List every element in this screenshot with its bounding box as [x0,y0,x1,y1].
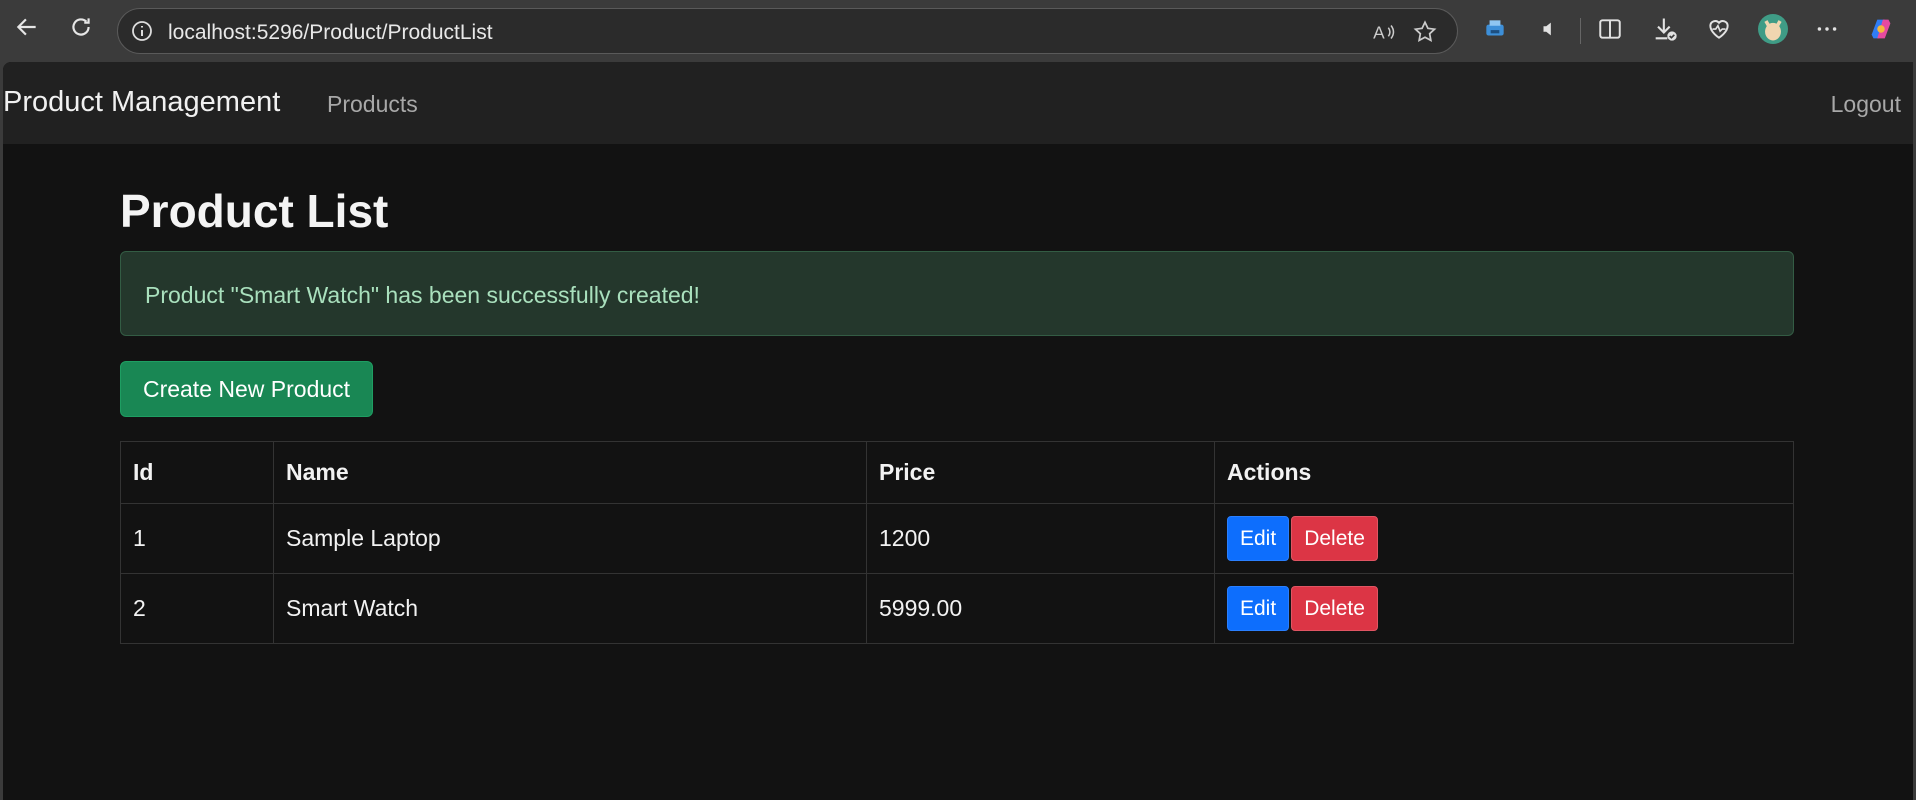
url-text[interactable]: localhost:5296/Product/ProductList [168,21,493,45]
browser-chrome: localhost:5296/Product/ProductList A [0,0,1916,62]
cell-name: Smart Watch [273,573,867,644]
column-header-actions: Actions [1214,441,1794,504]
info-icon[interactable] [130,19,154,43]
svg-text:A: A [1373,23,1385,43]
more-icon[interactable] [1812,14,1842,44]
logout-link[interactable]: Logout [1831,91,1901,118]
delete-button[interactable]: Delete [1291,586,1378,631]
column-header-id: Id [120,441,274,504]
success-alert: Product "Smart Watch" has been successfu… [120,251,1794,336]
column-header-name: Name [273,441,867,504]
nav-link-products[interactable]: Products [327,91,418,118]
cell-actions: Edit Delete [1214,503,1794,574]
back-arrow-icon[interactable] [12,12,42,42]
cell-id: 2 [120,573,274,644]
edit-button[interactable]: Edit [1227,516,1290,561]
copilot-icon[interactable] [1866,14,1896,44]
refresh-icon[interactable] [66,12,96,42]
page-title: Product List [120,185,389,237]
toolbar-divider [1580,18,1581,44]
extension-icon[interactable] [1480,14,1510,44]
table-row: 1 Sample Laptop 1200 Edit Delete [120,503,1794,574]
navbar-brand[interactable]: Product Management [3,86,280,119]
health-icon[interactable] [1704,14,1734,44]
favorite-star-icon[interactable] [1412,19,1438,45]
edit-button[interactable]: Edit [1227,586,1290,631]
read-aloud-icon[interactable]: A [1371,19,1397,45]
cell-price: 5999.00 [866,573,1215,644]
top-navbar: Product Management Products Logout [3,62,1913,144]
cell-id: 1 [120,503,274,574]
cell-actions: Edit Delete [1214,573,1794,644]
profile-avatar[interactable] [1758,14,1788,44]
create-new-product-button[interactable]: Create New Product [120,361,373,417]
page-viewport: Product Management Products Logout Produ… [3,62,1913,800]
cell-price: 1200 [866,503,1215,574]
cell-name: Sample Laptop [273,503,867,574]
download-icon[interactable] [1650,14,1680,44]
alert-message: Product "Smart Watch" has been successfu… [145,282,700,308]
split-screen-icon[interactable] [1595,14,1625,44]
column-header-price: Price [866,441,1215,504]
table-row: 2 Smart Watch 5999.00 Edit Delete [120,573,1794,644]
table-header-row: Id Name Price Actions [120,441,1794,504]
product-table: Id Name Price Actions 1 Sample Laptop 12… [120,441,1794,644]
address-bar[interactable]: localhost:5296/Product/ProductList A [117,8,1458,54]
sound-icon[interactable] [1534,14,1564,44]
delete-button[interactable]: Delete [1291,516,1378,561]
